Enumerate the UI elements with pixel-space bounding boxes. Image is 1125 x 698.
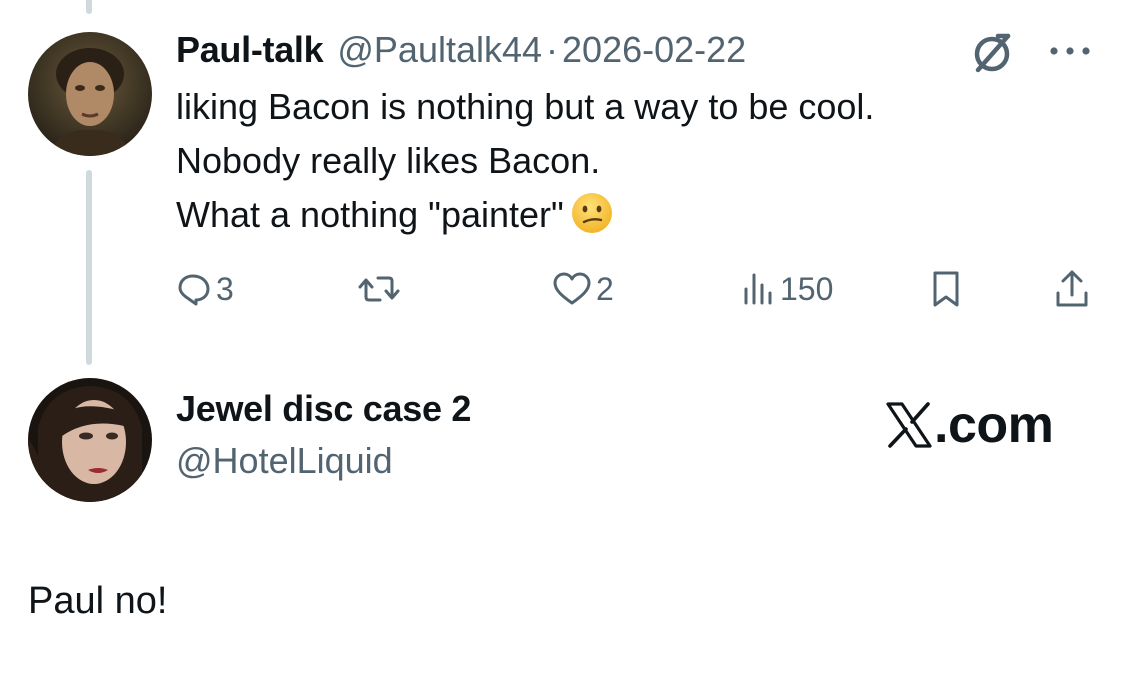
heart-icon	[553, 272, 591, 305]
author-display-name[interactable]: Paul-talk	[176, 29, 324, 71]
views-button[interactable]: 150	[740, 264, 833, 314]
paul-avatar[interactable]	[28, 32, 152, 156]
x-logo-icon	[886, 402, 932, 448]
author-handle[interactable]: @Paultalk44	[337, 29, 542, 71]
like-count: 2	[596, 270, 614, 307]
share-button[interactable]	[1054, 264, 1090, 314]
separator-dot: ·	[546, 29, 559, 70]
views-count: 150	[780, 270, 834, 307]
reply-button[interactable]: 3	[176, 264, 234, 314]
tweet-text: liking Bacon is nothing but a way to be …	[176, 80, 874, 242]
tweet-line-3-wrapper: What a nothing "painter"	[176, 188, 874, 242]
tweet-actions: 3 2 150	[0, 264, 1125, 314]
analytics-icon	[744, 273, 772, 305]
reply-author-display-name[interactable]: Jewel disc case 2	[176, 388, 471, 430]
tweet-date[interactable]: 2026-02-22	[562, 29, 746, 71]
tweet-line-2: Nobody really likes Bacon.	[176, 140, 601, 181]
thread-line-top	[86, 0, 92, 14]
jewel-avatar[interactable]	[28, 378, 152, 502]
brand-text: .com	[934, 396, 1054, 454]
tweet-line-3: What a nothing "painter"	[176, 194, 564, 235]
retweet-icon	[358, 276, 400, 302]
more-icon[interactable]	[1046, 34, 1094, 68]
reply-icon	[178, 274, 210, 306]
grok-icon[interactable]	[968, 28, 1016, 76]
like-button[interactable]: 2	[552, 264, 614, 314]
retweet-button[interactable]	[358, 264, 404, 314]
portrait-avatar-icon	[28, 32, 152, 156]
reply-text: Paul no!	[28, 580, 168, 622]
portrait-avatar-icon	[28, 378, 152, 502]
confused-face-emoji-icon	[571, 193, 612, 233]
tweet-header: Paul-talk @Paultalk44 · 2026-02-22	[176, 26, 746, 74]
reply-count: 3	[216, 270, 234, 307]
bookmark-icon	[933, 271, 959, 307]
bookmark-button[interactable]	[928, 264, 964, 314]
reply-author-handle[interactable]: @HotelLiquid	[176, 440, 393, 482]
x-brand-logo: .com	[886, 394, 1054, 456]
share-icon	[1056, 270, 1088, 307]
tweet-line-1: liking Bacon is nothing but a way to be …	[176, 86, 875, 127]
